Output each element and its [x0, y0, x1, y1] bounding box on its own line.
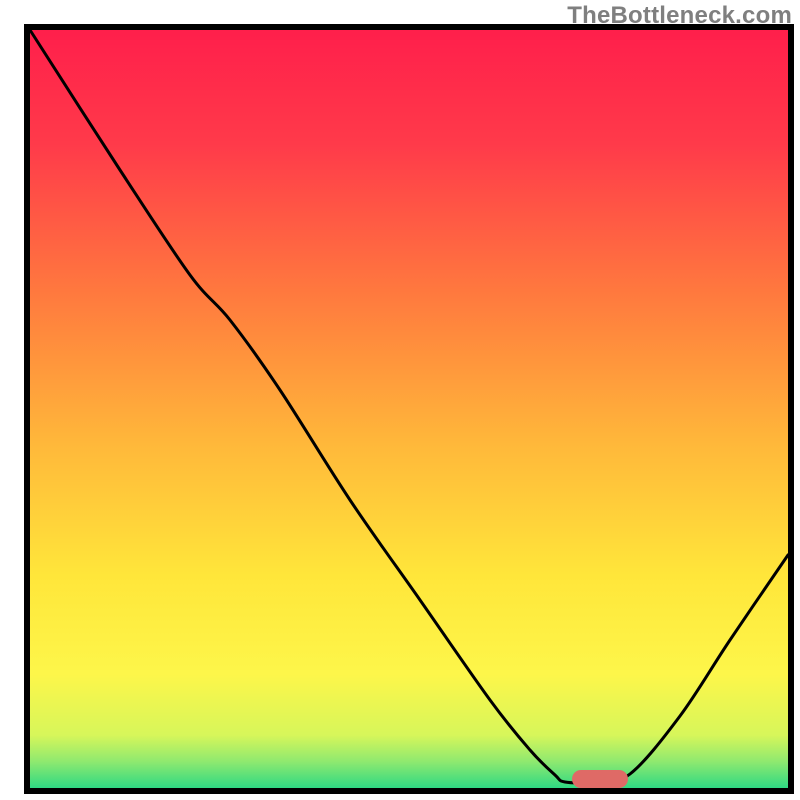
chart-background [30, 30, 788, 788]
chart-frame: TheBottleneck.com [0, 0, 800, 800]
chart-svg [0, 0, 800, 800]
watermark-text: TheBottleneck.com [567, 2, 792, 30]
optimal-marker [572, 770, 628, 788]
